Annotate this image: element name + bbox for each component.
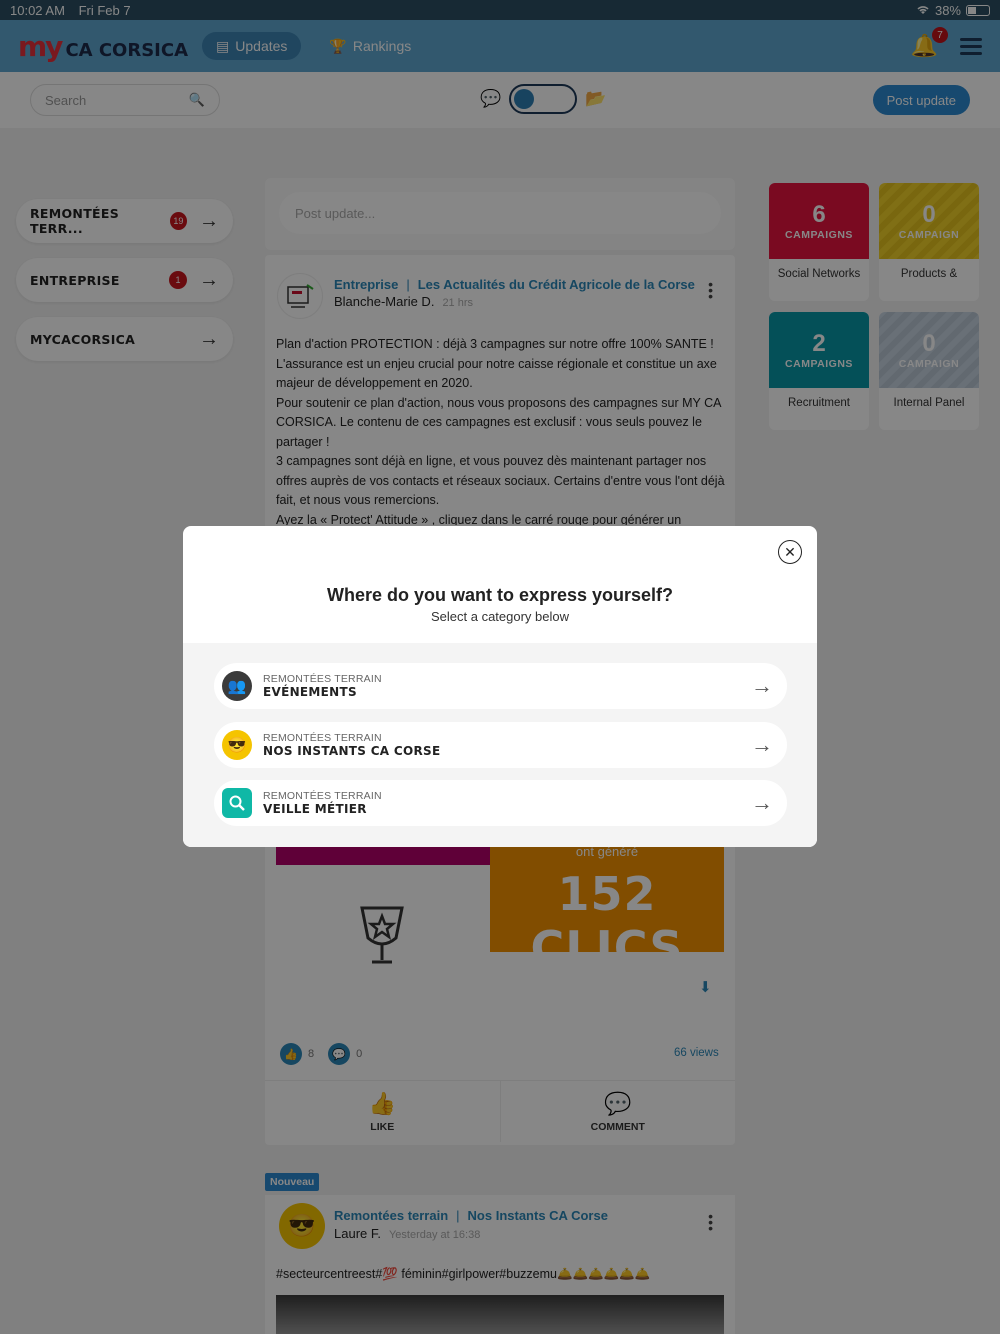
option-parent: REMONTÉES TERRAIN xyxy=(263,790,382,802)
option-name: EVÉNEMENTS xyxy=(263,685,357,699)
option-name: NOS INSTANTS CA CORSE xyxy=(263,744,441,758)
option-parent: REMONTÉES TERRAIN xyxy=(263,673,382,685)
search-icon xyxy=(222,788,252,818)
category-option-nos-instants[interactable]: 😎 REMONTÉES TERRAIN NOS INSTANTS CA CORS… xyxy=(214,722,787,768)
arrow-right-icon: → xyxy=(751,732,773,757)
event-avatar-icon: 👥 xyxy=(222,671,252,701)
category-picker-modal: ✕ Where do you want to express yourself?… xyxy=(183,526,817,847)
arrow-right-icon: → xyxy=(751,790,773,815)
option-parent: REMONTÉES TERRAIN xyxy=(263,732,382,744)
option-name: VEILLE MÉTIER xyxy=(263,802,367,816)
minions-icon: 😎 xyxy=(222,730,252,760)
modal-subtitle: Select a category below xyxy=(430,609,570,624)
arrow-right-icon: → xyxy=(751,673,773,698)
modal-title: Where do you want to express yourself? xyxy=(326,585,674,605)
close-icon[interactable]: ✕ xyxy=(778,540,802,564)
category-list: 👥 REMONTÉES TERRAIN EVÉNEMENTS → 😎 REMON… xyxy=(183,643,817,847)
category-option-veille-metier[interactable]: REMONTÉES TERRAIN VEILLE MÉTIER → xyxy=(214,780,787,826)
category-option-evenements[interactable]: 👥 REMONTÉES TERRAIN EVÉNEMENTS → xyxy=(214,663,787,709)
